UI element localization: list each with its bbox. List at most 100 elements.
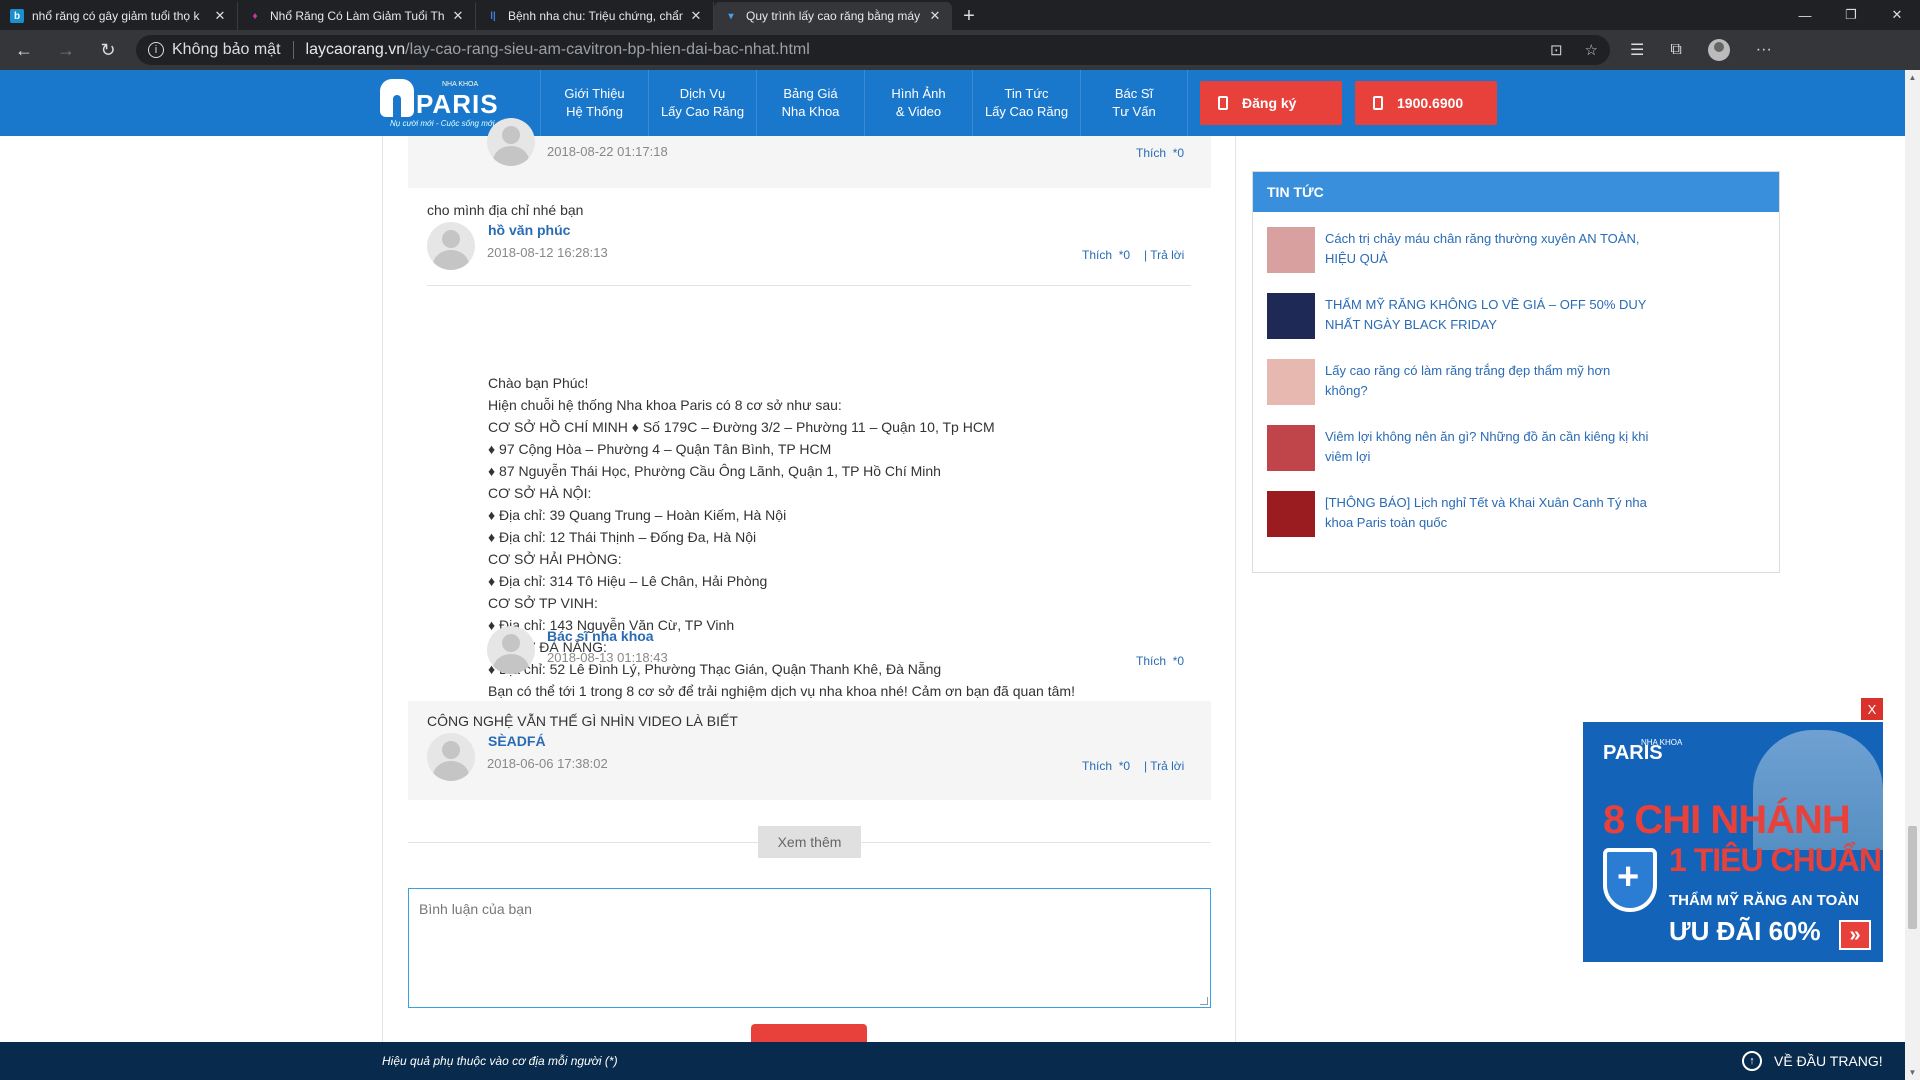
browser-tabbar: b nhổ răng có gây giảm tuổi thọ k ✕ ♦ Nh… bbox=[0, 0, 1920, 30]
comment-input[interactable]: Bình luận của bạn bbox=[408, 888, 1211, 1008]
site-logo[interactable]: NHA KHOA PARIS Nụ cười mới - Cuộc sống m… bbox=[380, 75, 510, 131]
page-scrollbar[interactable]: ▲ ▼ bbox=[1905, 70, 1920, 1080]
news-item[interactable]: [THÔNG BÁO] Lịch nghỉ Tết và Khai Xuân C… bbox=[1267, 491, 1655, 537]
logo-slogan: Nụ cười mới - Cuộc sống mới bbox=[390, 119, 495, 128]
like-button[interactable]: Thích *0 bbox=[1082, 248, 1130, 262]
news-title[interactable]: Lấy cao răng có làm răng trắng đẹp thẩm … bbox=[1325, 361, 1655, 405]
new-tab-icon[interactable]: + bbox=[952, 2, 986, 30]
promo-ad-banner[interactable]: NHA KHOA PARIS 8 CHI NHÁNH 1 TIÊU CHUẨN … bbox=[1583, 722, 1883, 962]
browser-tab-3[interactable]: l| Bệnh nha chu: Triệu chứng, chẩn ✕ bbox=[476, 2, 714, 30]
url-host: laycaorang.vn bbox=[305, 41, 406, 58]
security-label[interactable]: Không bảo mật bbox=[172, 41, 294, 59]
reload-icon[interactable]: ↻ bbox=[90, 32, 126, 68]
double-chevron-icon[interactable]: » bbox=[1839, 920, 1871, 950]
url-path: /lay-cao-rang-sieu-am-cavitron-bp-hien-d… bbox=[405, 41, 810, 58]
divider bbox=[427, 285, 1191, 286]
news-thumbnail[interactable] bbox=[1267, 227, 1315, 273]
register-button[interactable]: Đăng ký bbox=[1200, 81, 1342, 125]
comment-date: 2018-06-06 17:38:02 bbox=[487, 756, 608, 771]
phone-icon bbox=[1373, 96, 1383, 110]
reply-author[interactable]: Bác sĩ nha khoa bbox=[547, 628, 654, 644]
news-title[interactable]: THẨM MỸ RĂNG KHÔNG LO VỀ GIÁ – OFF 50% D… bbox=[1325, 295, 1655, 339]
logo-small-text: NHA KHOA bbox=[442, 81, 479, 88]
browser-tab-4-active[interactable]: ▾ Quy trình lấy cao răng bằng máy ✕ bbox=[714, 2, 952, 30]
comment-text: CÔNG NGHỆ VẪN THẾ GÌ NHÌN VIDEO LÀ BIẾT bbox=[427, 713, 738, 729]
disclaimer-note: Hiệu quả phụ thuộc vào cơ địa mỗi người … bbox=[382, 1054, 618, 1068]
menu-dich-vu[interactable]: Dịch Vụ Lấy Cao Răng bbox=[648, 70, 756, 136]
close-window-icon[interactable]: ✕ bbox=[1874, 0, 1920, 30]
news-thumbnail[interactable] bbox=[1267, 491, 1315, 537]
news-thumbnail[interactable] bbox=[1267, 425, 1315, 471]
comment-placeholder: Bình luận của bạn bbox=[419, 901, 532, 917]
tab-title: Nhổ Răng Có Làm Giảm Tuổi Th bbox=[270, 9, 445, 23]
tab-title: nhổ răng có gây giảm tuổi thọ k bbox=[32, 9, 200, 23]
minimize-icon[interactable]: — bbox=[1782, 0, 1828, 30]
window-controls: — ❐ ✕ bbox=[1782, 0, 1920, 30]
page-viewport: NHA KHOA PARIS Nụ cười mới - Cuộc sống m… bbox=[0, 70, 1905, 1080]
news-item[interactable]: Lấy cao răng có làm răng trắng đẹp thẩm … bbox=[1267, 359, 1655, 405]
back-to-top-button[interactable]: ↑ VỀ ĐẦU TRANG! bbox=[1742, 1051, 1883, 1071]
news-thumbnail[interactable] bbox=[1267, 293, 1315, 339]
tab-title: Quy trình lấy cao răng bằng máy bbox=[746, 9, 921, 23]
news-title[interactable]: Cách trị chảy máu chân răng thường xuyên… bbox=[1325, 229, 1655, 273]
scrollbar-thumb[interactable] bbox=[1908, 826, 1917, 929]
ad-offer: ƯU ĐÃI 60% bbox=[1669, 916, 1821, 946]
like-button[interactable]: Thích *0 bbox=[1136, 146, 1184, 160]
menu-hinh-anh[interactable]: Hình Ảnh & Video bbox=[864, 70, 972, 136]
profile-avatar[interactable] bbox=[1707, 39, 1730, 61]
browser-tab-1[interactable]: b nhổ răng có gây giảm tuổi thọ k ✕ bbox=[0, 2, 238, 30]
reply-button[interactable]: | Trả lời bbox=[1144, 759, 1184, 773]
hotline-button[interactable]: 1900.6900 bbox=[1355, 81, 1497, 125]
menu-bang-gia[interactable]: Bảng Giá Nha Khoa bbox=[756, 70, 864, 136]
favorite-star-icon[interactable]: ☆ bbox=[1585, 41, 1598, 59]
scroll-down-icon[interactable]: ▼ bbox=[1905, 1065, 1920, 1080]
favorites-list-icon[interactable]: ☰ bbox=[1630, 40, 1644, 60]
collections-icon[interactable]: ⧉ bbox=[1670, 41, 1681, 59]
info-icon[interactable]: i bbox=[148, 42, 164, 58]
comment-author[interactable]: SÈADFÁ bbox=[488, 733, 546, 749]
restore-icon[interactable]: ❐ bbox=[1828, 0, 1874, 30]
menu-bac-si[interactable]: Bác Sĩ Tư Vấn bbox=[1080, 70, 1188, 136]
browser-toolbar: ← → ↻ i Không bảo mật laycaorang.vn /lay… bbox=[0, 30, 1920, 70]
main-menu: Giới Thiệu Hệ Thống Dịch Vụ Lấy Cao Răng B… bbox=[540, 70, 1188, 136]
tab-close-icon[interactable]: ✕ bbox=[928, 8, 942, 24]
comment-author[interactable]: hồ văn phúc bbox=[488, 222, 570, 238]
logo-brand: PARIS bbox=[416, 89, 499, 119]
reader-mode-icon[interactable]: ⊡ bbox=[1550, 41, 1563, 59]
bing-icon: b bbox=[10, 9, 24, 23]
sticky-footer-bar: Hiệu quả phụ thuộc vào cơ địa mỗi người … bbox=[0, 1042, 1905, 1080]
like-button[interactable]: Thích *0 bbox=[1136, 654, 1184, 668]
shield-icon bbox=[1603, 848, 1657, 912]
news-title[interactable]: [THÔNG BÁO] Lịch nghỉ Tết và Khai Xuân C… bbox=[1325, 493, 1655, 537]
ad-close-button[interactable]: X bbox=[1861, 698, 1883, 720]
forward-icon[interactable]: → bbox=[48, 32, 84, 68]
news-item[interactable]: THẨM MỸ RĂNG KHÔNG LO VỀ GIÁ – OFF 50% D… bbox=[1267, 293, 1655, 339]
sidebar-title: TIN TỨC bbox=[1253, 172, 1779, 212]
tab-title: Bệnh nha chu: Triệu chứng, chẩn bbox=[508, 9, 683, 23]
like-button[interactable]: Thích *0 bbox=[1082, 759, 1130, 773]
tab-close-icon[interactable]: ✕ bbox=[689, 8, 703, 24]
news-item[interactable]: Viêm lợi không nên ăn gì? Những đồ ăn cầ… bbox=[1267, 425, 1655, 471]
menu-tin-tuc[interactable]: Tin Tức Lấy Cao Răng bbox=[972, 70, 1080, 136]
news-title[interactable]: Viêm lợi không nên ăn gì? Những đồ ăn cầ… bbox=[1325, 427, 1655, 471]
ad-subheadline: 1 TIÊU CHUẨN bbox=[1669, 842, 1882, 878]
browser-tab-2[interactable]: ♦ Nhổ Răng Có Làm Giảm Tuổi Th ✕ bbox=[238, 2, 476, 30]
tooth-icon: ▾ bbox=[728, 10, 734, 22]
news-item[interactable]: Cách trị chảy máu chân răng thường xuyên… bbox=[1267, 227, 1655, 273]
tab-close-icon[interactable]: ✕ bbox=[213, 8, 227, 24]
reply-button[interactable]: | Trả lời bbox=[1144, 248, 1184, 262]
resize-grip-icon[interactable] bbox=[1200, 997, 1208, 1005]
news-thumbnail[interactable] bbox=[1267, 359, 1315, 405]
address-bar[interactable]: i Không bảo mật laycaorang.vn /lay-cao-r… bbox=[136, 35, 1610, 65]
scroll-up-icon[interactable]: ▲ bbox=[1905, 70, 1920, 85]
view-more-button[interactable]: Xem thêm bbox=[758, 826, 861, 858]
phone-icon bbox=[1218, 96, 1228, 110]
avatar bbox=[427, 733, 475, 781]
tab-close-icon[interactable]: ✕ bbox=[451, 8, 465, 24]
tooth-logo-icon bbox=[380, 79, 414, 119]
more-menu-icon[interactable]: ··· bbox=[1756, 41, 1772, 59]
menu-gioi-thieu[interactable]: Giới Thiệu Hệ Thống bbox=[540, 70, 648, 136]
back-icon[interactable]: ← bbox=[6, 32, 42, 68]
comment-date: 2018-08-12 16:28:13 bbox=[487, 245, 608, 260]
avatar bbox=[427, 222, 475, 270]
